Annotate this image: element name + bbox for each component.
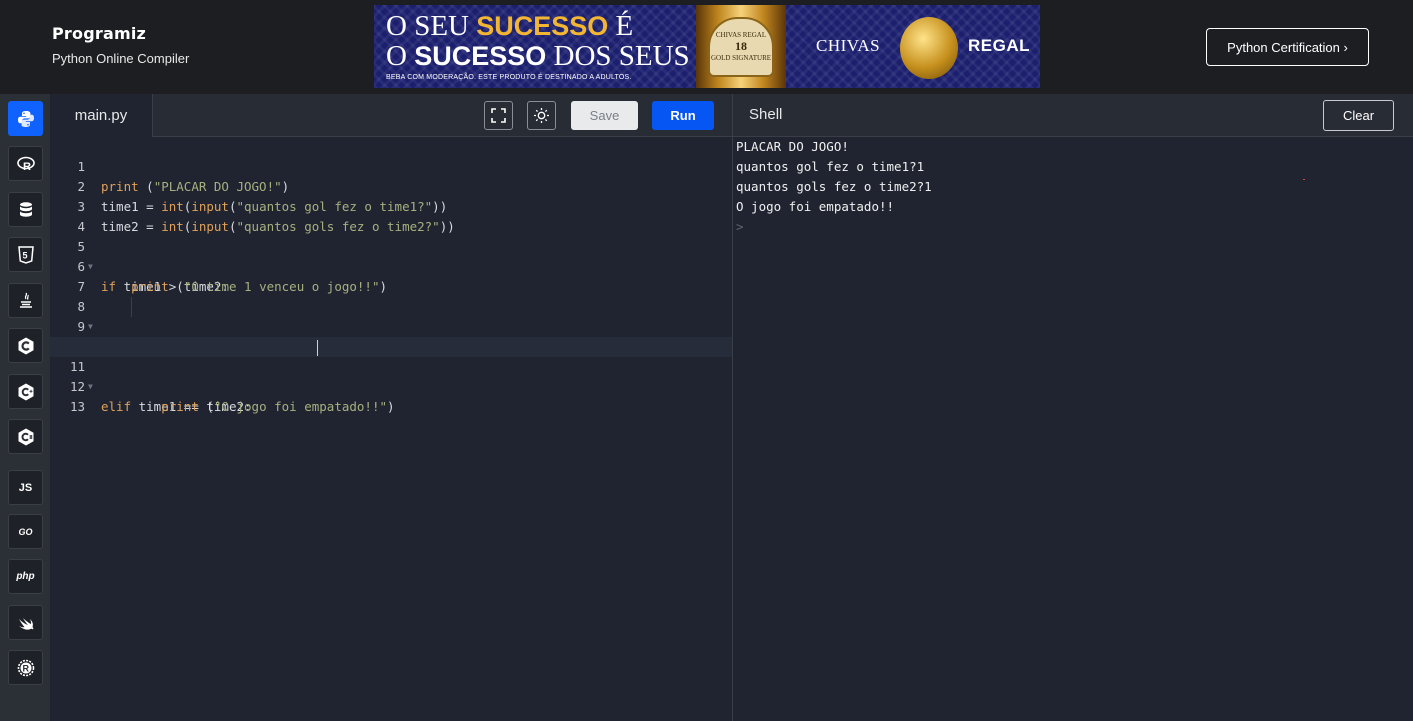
- ad-text: É: [608, 10, 634, 42]
- output-line: quantos gols fez o time2?1: [736, 179, 932, 194]
- sidebar-item-html[interactable]: 5: [8, 237, 43, 272]
- code-line: 8 ▼ elif time2> time1:: [50, 277, 732, 354]
- crest-logo-icon: [900, 17, 958, 79]
- code-line: 3 time2 = int(input("quantos gols fez o …: [50, 177, 732, 234]
- line-number: 13: [69, 399, 85, 414]
- code-line: 1 print ("PLACAR DO JOGO!"): [50, 137, 732, 194]
- csharp-icon: [18, 428, 33, 445]
- sidebar-item-cpp[interactable]: [8, 374, 43, 409]
- database-icon: [19, 201, 32, 217]
- python-icon: [17, 110, 34, 127]
- sidebar-item-swift[interactable]: [8, 605, 43, 640]
- code-line: 9 print ("O time 2 venceu o jogo!!"): [50, 297, 732, 354]
- ad-text: SUCESSO: [476, 11, 609, 41]
- code-area[interactable]: 1 print ("PLACAR DO JOGO!") 2 time1 = in…: [50, 137, 732, 721]
- code-editor-panel: main.py Save Run 1 print ("PLACAR DO JOG…: [50, 94, 732, 721]
- page-subtitle: Python Online Compiler: [52, 51, 190, 66]
- code-line: 10: [50, 317, 732, 354]
- language-sidebar: R 5 JS GO php R: [0, 94, 50, 721]
- sun-icon: [534, 108, 549, 123]
- text-cursor: [317, 340, 318, 356]
- brand[interactable]: Programiz Python Online Compiler: [52, 24, 189, 66]
- c-icon: [18, 337, 33, 354]
- shell-output[interactable]: PLACAR DO JOGO! quantos gol fez o time1?…: [736, 137, 932, 237]
- code-line: 6 print ("O time 1 venceu o jogo!!"): [50, 237, 732, 294]
- r-icon: R: [16, 156, 35, 173]
- sidebar-item-php[interactable]: php: [8, 559, 43, 594]
- ad-text: SUCESSO: [414, 41, 547, 71]
- bottle-image: CHIVAS REGAL 18 GOLD SIGNATURE: [696, 5, 786, 88]
- label-bottom: GOLD SIGNATURE: [710, 54, 772, 62]
- code-line: 7: [50, 257, 732, 294]
- swift-icon: [18, 617, 33, 630]
- shell-prompt[interactable]: >: [736, 217, 932, 237]
- ad-text: O SEU: [386, 10, 477, 42]
- clear-button[interactable]: Clear: [1323, 100, 1394, 131]
- sidebar-item-sql[interactable]: [8, 192, 43, 227]
- shell-toolbar: Shell Clear: [733, 94, 1413, 137]
- output-line: O jogo foi empatado!!: [736, 199, 895, 214]
- indent-guide: [131, 297, 132, 317]
- label-number: 18: [735, 39, 747, 53]
- output-line: PLACAR DO JOGO!: [736, 139, 849, 154]
- ad-text: O: [386, 40, 415, 72]
- html5-icon: 5: [17, 245, 34, 264]
- theme-toggle-button[interactable]: [527, 101, 556, 130]
- code-line: 13: [50, 377, 732, 414]
- editor-toolbar: main.py Save Run: [50, 94, 732, 137]
- ad-text: DOS SEUS: [546, 40, 690, 72]
- code-text: print ("O jogo foi empatado!!"): [161, 399, 395, 414]
- shell-title: Shell: [749, 106, 783, 123]
- sidebar-item-csharp[interactable]: [8, 419, 43, 454]
- rust-icon: R: [17, 659, 34, 676]
- label-top: CHIVAS REGAL: [715, 31, 767, 39]
- ad-headline: O SEU SUCESSO É O SUCESSO DOS SEUS BEBA …: [386, 10, 690, 81]
- html5-number: 5: [22, 250, 27, 260]
- top-header: Programiz Python Online Compiler O SEU S…: [0, 0, 1413, 94]
- bottle-label: CHIVAS REGAL 18 GOLD SIGNATURE: [708, 17, 774, 77]
- fullscreen-button[interactable]: [484, 101, 513, 130]
- ad-brand-right: REGAL: [968, 36, 1030, 55]
- java-icon: [19, 292, 32, 308]
- output-line: quantos gol fez o time1?1: [736, 159, 925, 174]
- code-line: 4: [50, 197, 732, 234]
- cursor-mark: [1303, 179, 1305, 180]
- sidebar-item-js[interactable]: JS: [8, 470, 43, 505]
- shell-panel: Shell Clear PLACAR DO JOGO! quantos gol …: [733, 94, 1413, 721]
- tab-main-py[interactable]: main.py: [50, 94, 153, 137]
- ad-disclaimer: BEBA COM MODERAÇÃO. ESTE PRODUTO É DESTI…: [386, 74, 632, 81]
- sidebar-item-r[interactable]: R: [8, 146, 43, 181]
- code-line-active: 11 ▼ elif time1 == time2:: [50, 337, 732, 414]
- sidebar-item-python[interactable]: [8, 101, 43, 136]
- r-letter: R: [23, 161, 31, 173]
- python-certification-button[interactable]: Python Certification ›: [1206, 28, 1369, 66]
- save-button[interactable]: Save: [571, 101, 638, 130]
- code-line: 12 print ("O jogo foi empatado!!"): [50, 357, 732, 414]
- sidebar-item-java[interactable]: [8, 283, 43, 318]
- sidebar-item-rust[interactable]: R: [8, 650, 43, 685]
- code-line: 2 time1 = int(input("quantos gol fez o t…: [50, 157, 732, 214]
- cpp-icon: [18, 383, 33, 400]
- code-line: 5 ▼ if time1 > time2:: [50, 217, 732, 294]
- run-button[interactable]: Run: [652, 101, 714, 130]
- sidebar-item-c[interactable]: [8, 328, 43, 363]
- ad-brand-left: CHIVAS: [816, 36, 881, 55]
- fullscreen-icon: [491, 108, 506, 123]
- sidebar-item-go[interactable]: GO: [8, 514, 43, 549]
- programiz-logo[interactable]: Programiz: [52, 24, 189, 43]
- advertisement-banner[interactable]: O SEU SUCESSO É O SUCESSO DOS SEUS BEBA …: [374, 5, 1040, 88]
- rust-letter: R: [22, 663, 29, 673]
